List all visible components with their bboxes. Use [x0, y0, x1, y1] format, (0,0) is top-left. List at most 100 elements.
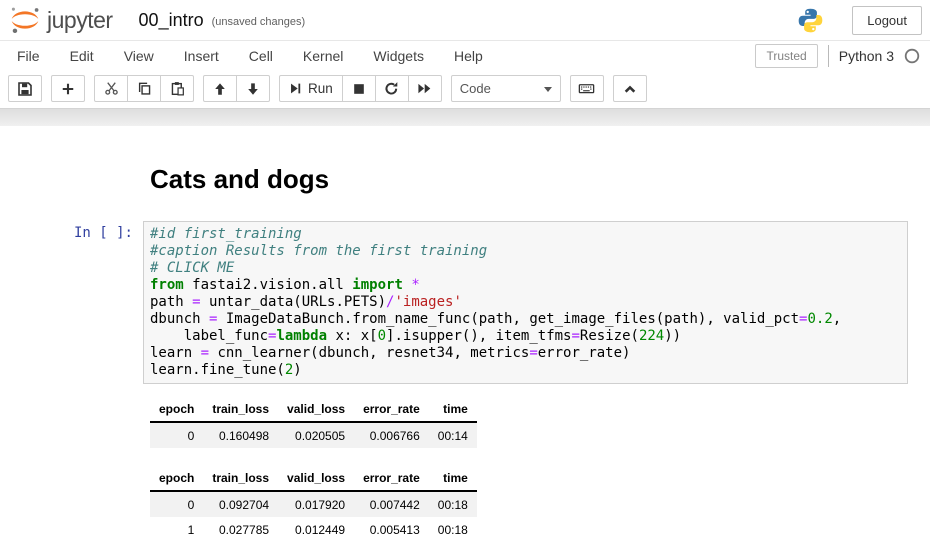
- table-header-cell: time: [429, 465, 477, 491]
- arrow-up-icon: [213, 82, 227, 96]
- restart-kernel-button[interactable]: [375, 75, 409, 102]
- plus-icon: [61, 82, 75, 96]
- code-token: =: [571, 328, 579, 344]
- checkpoint-status: (unsaved changes): [212, 12, 306, 28]
- table-cell: 0: [150, 491, 203, 517]
- code-token: fastai2.vision.all: [184, 277, 353, 293]
- cell-type-select[interactable]: Code: [451, 75, 561, 102]
- trusted-badge[interactable]: Trusted: [755, 44, 817, 68]
- table-row: 00.1604980.0205050.00676600:14: [150, 422, 477, 448]
- cell-prompt: In [ ]:: [45, 221, 143, 384]
- save-icon: [17, 81, 33, 97]
- menu-item-edit[interactable]: Edit: [55, 41, 109, 71]
- markdown-prompt: [45, 164, 143, 195]
- code-token: from: [150, 277, 184, 293]
- menu-item-file[interactable]: File: [2, 41, 55, 71]
- restart-icon: [384, 81, 399, 96]
- code-line: dbunch = ImageDataBunch.from_name_func(p…: [150, 311, 901, 328]
- move-cell-up-button[interactable]: [203, 75, 237, 102]
- run-label: Run: [308, 81, 333, 96]
- table-header-cell: time: [429, 396, 477, 422]
- menubar: FileEditViewInsertCellKernelWidgetsHelp …: [0, 41, 930, 71]
- code-token: lambda: [276, 328, 327, 344]
- code-token: 0: [378, 328, 386, 344]
- menu-item-widgets[interactable]: Widgets: [358, 41, 439, 71]
- table-cell: 0.012449: [278, 517, 354, 537]
- code-token: ].isupper(), item_tfms: [386, 328, 571, 344]
- table-header-cell: epoch: [150, 465, 203, 491]
- notebook-title[interactable]: 00_intro: [139, 10, 204, 31]
- copy-icon: [137, 81, 152, 96]
- interrupt-kernel-button[interactable]: [342, 75, 376, 102]
- code-line: # CLICK ME: [150, 260, 901, 277]
- table-row: 10.0277850.0124490.00541300:18: [150, 517, 477, 537]
- cell-type-value: Code: [460, 81, 491, 96]
- kernel-name: Python 3: [839, 48, 894, 64]
- menu-item-help[interactable]: Help: [439, 41, 498, 71]
- insert-cell-below-button[interactable]: [51, 75, 85, 102]
- notebook-heading: Cats and dogs: [143, 164, 329, 195]
- run-button[interactable]: Run: [279, 75, 343, 102]
- save-button[interactable]: [8, 75, 42, 102]
- kernel-separator: [828, 45, 829, 67]
- run-icon: [289, 82, 302, 95]
- table-cell: 0.092704: [203, 491, 278, 517]
- table-cell: 00:18: [429, 517, 477, 537]
- code-token: =: [529, 345, 537, 361]
- code-token: learn.fine_tune(: [150, 362, 285, 378]
- python-logo-icon: [797, 7, 824, 34]
- command-palette-button[interactable]: [570, 75, 604, 102]
- cut-cells-button[interactable]: [94, 75, 128, 102]
- code-token: ,: [833, 311, 841, 327]
- stop-icon: [352, 82, 366, 96]
- code-line: path = untar_data(URLs.PETS)/'images': [150, 294, 901, 311]
- code-token: 224: [639, 328, 664, 344]
- table-cell: 00:18: [429, 491, 477, 517]
- fast-forward-icon: [417, 81, 432, 96]
- markdown-cell[interactable]: Cats and dogs: [45, 164, 908, 195]
- logout-button[interactable]: Logout: [852, 6, 922, 35]
- code-token: untar_data(URLs.PETS): [201, 294, 386, 310]
- table-header-cell: valid_loss: [278, 465, 354, 491]
- jupyter-logo[interactable]: jupyter: [8, 4, 113, 36]
- menubar-items: FileEditViewInsertCellKernelWidgetsHelp: [2, 41, 498, 71]
- code-token: ): [293, 362, 301, 378]
- jupyter-logo-icon: [8, 4, 42, 36]
- code-editor[interactable]: #id first_training#caption Results from …: [143, 221, 908, 384]
- chevron-up-button[interactable]: [613, 75, 647, 102]
- code-line: #id first_training: [150, 226, 901, 243]
- code-token: )): [664, 328, 681, 344]
- table-cell: 0.007442: [354, 491, 429, 517]
- move-cell-down-button[interactable]: [236, 75, 270, 102]
- code-token: 0.2: [807, 311, 832, 327]
- code-line: learn = cnn_learner(dbunch, resnet34, me…: [150, 345, 901, 362]
- menu-item-view[interactable]: View: [109, 41, 169, 71]
- notebook-header: jupyter 00_intro (unsaved changes) Logou…: [0, 0, 930, 41]
- code-token: 'images': [394, 294, 461, 310]
- code-token: =: [192, 294, 200, 310]
- code-line: label_func=lambda x: x[0].isupper(), ite…: [150, 328, 901, 345]
- menu-item-insert[interactable]: Insert: [169, 41, 234, 71]
- code-cell[interactable]: In [ ]: #id first_training#caption Resul…: [45, 221, 908, 384]
- select-caret-icon: [544, 87, 552, 92]
- arrow-down-icon: [246, 82, 260, 96]
- table-cell: 0.006766: [354, 422, 429, 448]
- restart-run-all-button[interactable]: [408, 75, 442, 102]
- keyboard-icon: [578, 81, 595, 96]
- kernel-idle-indicator-icon: [904, 48, 920, 64]
- code-token: learn: [150, 345, 201, 361]
- code-token: cnn_learner(dbunch, resnet34, metrics: [209, 345, 529, 361]
- menu-item-kernel[interactable]: Kernel: [288, 41, 358, 71]
- menu-item-cell[interactable]: Cell: [234, 41, 288, 71]
- table-row: 00.0927040.0179200.00744200:18: [150, 491, 477, 517]
- code-token: error_rate): [538, 345, 631, 361]
- table-header-cell: epoch: [150, 396, 203, 422]
- code-token: ImageDataBunch.from_name_func(path, get_…: [217, 311, 799, 327]
- scissors-icon: [104, 81, 119, 96]
- table-cell: 00:14: [429, 422, 477, 448]
- copy-cells-button[interactable]: [127, 75, 161, 102]
- paste-cells-button[interactable]: [160, 75, 194, 102]
- table-cell: 0.027785: [203, 517, 278, 537]
- chevron-up-icon: [623, 82, 637, 96]
- table-cell: 0.017920: [278, 491, 354, 517]
